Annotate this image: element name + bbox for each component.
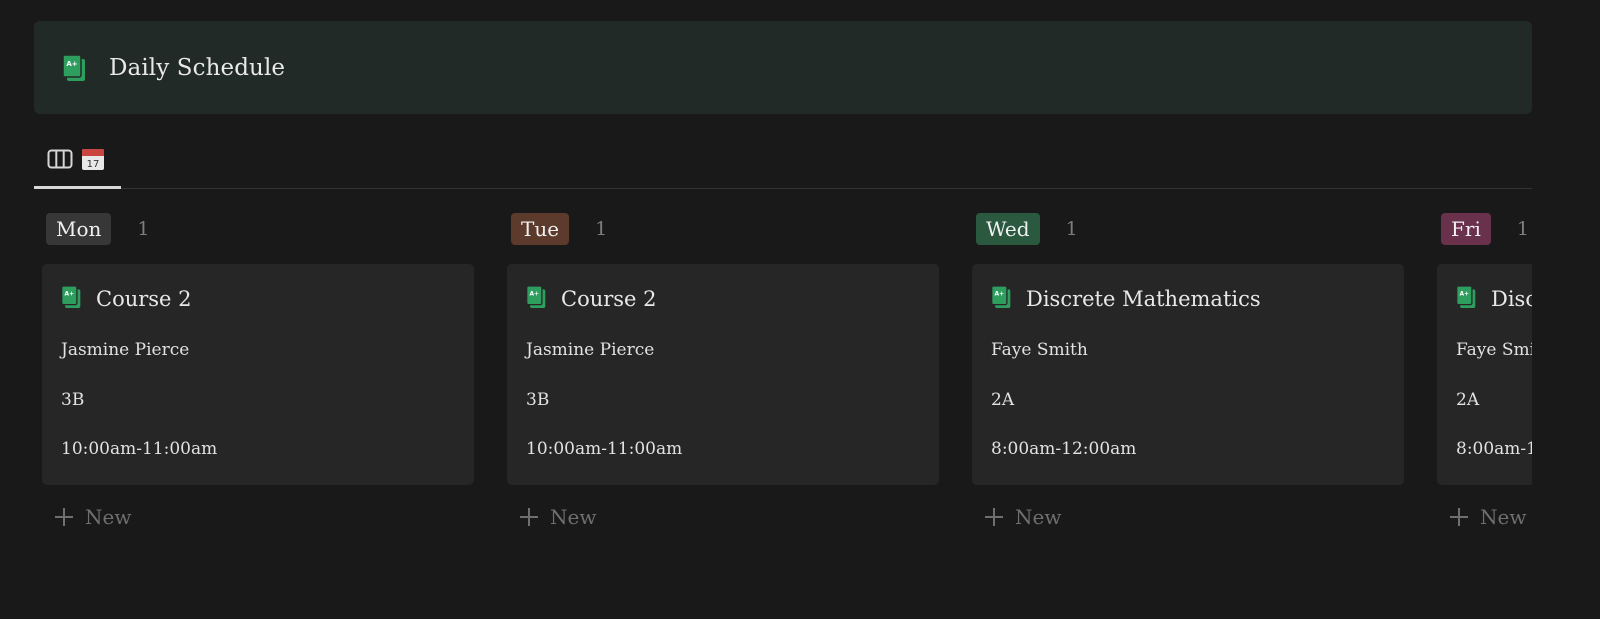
- board: Mon 1 A+ Course 2 Jasmine Pierce 3B 10:0…: [34, 200, 1532, 619]
- column-count: 1: [1516, 218, 1529, 240]
- page-title: Daily Schedule: [109, 54, 286, 81]
- svg-text:A+: A+: [1460, 291, 1470, 297]
- active-tab-indicator: [34, 186, 121, 189]
- day-badge[interactable]: Fri: [1441, 213, 1491, 245]
- column-header: Fri 1: [1441, 213, 1529, 245]
- card-title: Course 2: [561, 287, 657, 311]
- card-room: 2A: [1456, 390, 1480, 410]
- svg-text:A+: A+: [66, 60, 77, 68]
- card-teacher: Faye Smith: [1456, 340, 1532, 360]
- new-card-button[interactable]: New: [1448, 505, 1526, 529]
- grade-book-icon: A+: [990, 284, 1012, 314]
- card-time: 8:00am-12:00am: [991, 439, 1137, 459]
- card-title-row: A+ Course 2: [60, 284, 192, 314]
- card-title: Discrete Mathematics: [1026, 287, 1261, 311]
- calendar-icon: 17: [81, 147, 105, 175]
- schedule-card[interactable]: A+ Discrete Mathematics Faye Smith 2A 8:…: [1437, 264, 1532, 485]
- tab-board-calendar[interactable]: 17: [34, 133, 121, 189]
- new-card-button[interactable]: New: [983, 505, 1061, 529]
- plus-icon: [55, 508, 73, 526]
- schedule-card[interactable]: A+ Course 2 Jasmine Pierce 3B 10:00am-11…: [507, 264, 939, 485]
- card-teacher: Jasmine Pierce: [61, 340, 190, 360]
- svg-text:A+: A+: [65, 291, 75, 297]
- plus-icon: [1450, 508, 1468, 526]
- card-time: 10:00am-11:00am: [526, 439, 683, 459]
- svg-text:A+: A+: [530, 291, 540, 297]
- new-card-button[interactable]: New: [518, 505, 596, 529]
- view-tabs: 17: [34, 133, 1532, 189]
- column-header: Tue 1: [511, 213, 607, 245]
- column-count: 1: [137, 218, 150, 240]
- svg-text:A+: A+: [995, 291, 1005, 297]
- card-teacher: Jasmine Pierce: [526, 340, 655, 360]
- schedule-card[interactable]: A+ Course 2 Jasmine Pierce 3B 10:00am-11…: [42, 264, 474, 485]
- column-count: 1: [595, 218, 608, 240]
- card-teacher: Faye Smith: [991, 340, 1088, 360]
- new-label: New: [1015, 505, 1062, 529]
- new-label: New: [85, 505, 132, 529]
- card-room: 3B: [61, 390, 85, 410]
- grade-book-icon: A+: [60, 284, 82, 314]
- day-badge[interactable]: Tue: [511, 213, 570, 245]
- card-title: Course 2: [96, 287, 192, 311]
- grade-book-icon: A+: [525, 284, 547, 314]
- card-room: 2A: [991, 390, 1015, 410]
- plus-icon: [520, 508, 538, 526]
- card-title: Discrete Mathematics: [1491, 287, 1532, 311]
- schedule-page: A+ Daily Schedule 17 Mon 1 A+ Course 2 J…: [0, 0, 1600, 619]
- page-header: A+ Daily Schedule: [34, 21, 1532, 114]
- svg-text:17: 17: [87, 159, 100, 170]
- new-label: New: [550, 505, 597, 529]
- new-label: New: [1480, 505, 1527, 529]
- card-title-row: A+ Course 2: [525, 284, 657, 314]
- plus-icon: [985, 508, 1003, 526]
- grade-book-icon: A+: [59, 53, 89, 83]
- schedule-card[interactable]: A+ Discrete Mathematics Faye Smith 2A 8:…: [972, 264, 1404, 485]
- card-title-row: A+ Discrete Mathematics: [1455, 284, 1532, 314]
- card-room: 3B: [526, 390, 550, 410]
- board-view-icon: [47, 148, 73, 174]
- day-badge[interactable]: Wed: [976, 213, 1040, 245]
- column-count: 1: [1065, 218, 1078, 240]
- new-card-button[interactable]: New: [53, 505, 131, 529]
- grade-book-icon: A+: [1455, 284, 1477, 314]
- card-title-row: A+ Discrete Mathematics: [990, 284, 1261, 314]
- column-header: Wed 1: [976, 213, 1078, 245]
- day-badge[interactable]: Mon: [46, 213, 112, 245]
- column-header: Mon 1: [46, 213, 150, 245]
- card-time: 10:00am-11:00am: [61, 439, 218, 459]
- card-time: 8:00am-12:00am: [1456, 439, 1532, 459]
